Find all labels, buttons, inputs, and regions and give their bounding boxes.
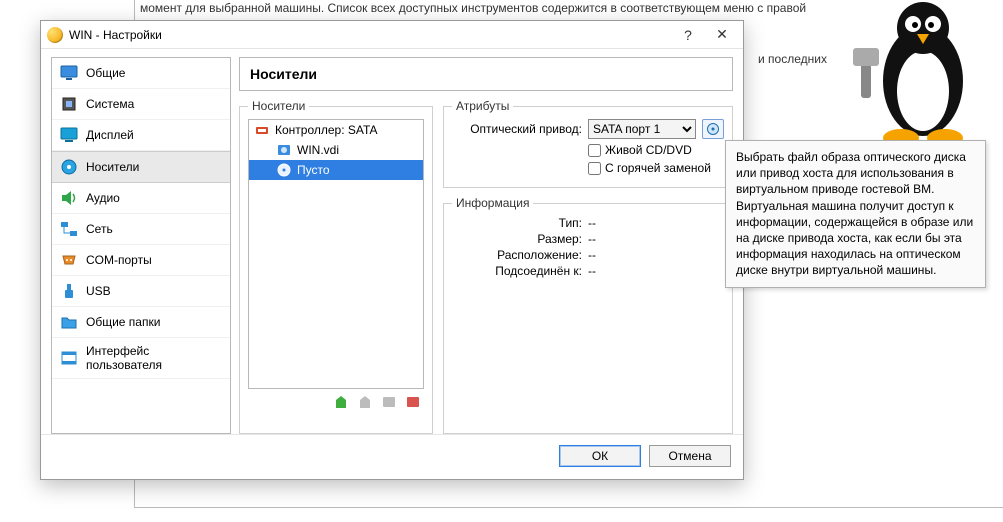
- disc-icon: [60, 158, 78, 176]
- info-value: --: [588, 248, 596, 262]
- sidebar-item-network[interactable]: Сеть: [52, 214, 230, 245]
- storage-group-label: Носители: [248, 99, 309, 113]
- sidebar-item-label: Аудио: [86, 191, 120, 205]
- sidebar-item-serial[interactable]: COM-порты: [52, 245, 230, 276]
- remove-controller-button[interactable]: [356, 393, 374, 411]
- storage-disk-win[interactable]: WIN.vdi: [249, 140, 423, 160]
- speaker-icon: [60, 189, 78, 207]
- window-title: WIN - Настройки: [69, 28, 671, 42]
- tree-label: Контроллер: SATA: [275, 123, 377, 137]
- information-group-label: Информация: [452, 196, 533, 210]
- tree-label: Пусто: [297, 163, 330, 177]
- information-group: Информация Тип: -- Размер: -- Ра: [443, 196, 733, 434]
- network-icon: [60, 220, 78, 238]
- settings-sidebar: Общие Система Дисплей Носители Аудио Сет…: [51, 57, 231, 434]
- monitor-icon: [60, 64, 78, 82]
- sidebar-item-ui[interactable]: Интерфейс пользователя: [52, 338, 230, 379]
- attributes-group: Атрибуты Оптический привод: SATA порт 1: [443, 99, 733, 188]
- optical-drive-select[interactable]: SATA порт 1: [588, 119, 696, 139]
- background-text-right: и последних: [758, 52, 827, 66]
- add-attachment-button[interactable]: [380, 393, 398, 411]
- panel-title: Носители: [239, 57, 733, 91]
- sidebar-item-usb[interactable]: USB: [52, 276, 230, 307]
- display-icon: [60, 126, 78, 144]
- info-row-location: Расположение: --: [452, 248, 724, 262]
- choose-disk-button[interactable]: [702, 119, 724, 139]
- serial-port-icon: [60, 251, 78, 269]
- info-label: Подсоединён к:: [452, 264, 582, 278]
- dialog-button-bar: ОК Отмена: [41, 434, 743, 479]
- sidebar-item-label: Общие папки: [86, 315, 160, 329]
- sidebar-item-label: Дисплей: [86, 128, 134, 142]
- linux-penguin-image: [853, 0, 993, 156]
- sata-controller-icon: [255, 123, 269, 137]
- sidebar-item-shared[interactable]: Общие папки: [52, 307, 230, 338]
- choose-disk-tooltip: Выбрать файл образа оптического диска ил…: [725, 140, 986, 288]
- controller-sata[interactable]: Контроллер: SATA: [249, 120, 423, 140]
- tree-label: WIN.vdi: [297, 143, 339, 157]
- sidebar-item-display[interactable]: Дисплей: [52, 120, 230, 151]
- sidebar-item-label: USB: [86, 284, 111, 298]
- info-label: Тип:: [452, 216, 582, 230]
- settings-dialog: WIN - Настройки ? ✕ Общие Система Диспле…: [40, 20, 744, 480]
- ok-button[interactable]: ОК: [559, 445, 641, 467]
- attributes-group-label: Атрибуты: [452, 99, 513, 113]
- info-row-attached: Подсоединён к: --: [452, 264, 724, 278]
- info-row-type: Тип: --: [452, 216, 724, 230]
- sidebar-item-label: Общие: [86, 66, 125, 80]
- chip-icon: [60, 95, 78, 113]
- close-button[interactable]: ✕: [705, 24, 739, 46]
- live-cd-checkbox[interactable]: Живой CD/DVD: [588, 143, 692, 157]
- harddisk-icon: [277, 143, 291, 157]
- sidebar-item-storage[interactable]: Носители: [52, 151, 230, 183]
- optical-disc-icon: [277, 163, 291, 177]
- storage-toolbar: [248, 389, 424, 411]
- info-row-size: Размер: --: [452, 232, 724, 246]
- help-button[interactable]: ?: [671, 24, 705, 46]
- info-value: --: [588, 232, 596, 246]
- sidebar-item-label: Система: [86, 97, 134, 111]
- info-value: --: [588, 216, 596, 230]
- hot-plug-checkbox[interactable]: С горячей заменой: [588, 161, 711, 175]
- hot-plug-label: С горячей заменой: [605, 161, 711, 175]
- sidebar-item-label: Носители: [86, 160, 139, 174]
- titlebar: WIN - Настройки ? ✕: [41, 21, 743, 49]
- folder-icon: [60, 313, 78, 331]
- info-label: Расположение:: [452, 248, 582, 262]
- sidebar-item-label: COM-порты: [86, 253, 152, 267]
- optical-drive-label: Оптический привод:: [452, 122, 582, 136]
- cancel-button[interactable]: Отмена: [649, 445, 731, 467]
- sidebar-item-system[interactable]: Система: [52, 89, 230, 120]
- add-controller-button[interactable]: [332, 393, 350, 411]
- sidebar-item-label: Сеть: [86, 222, 113, 236]
- usb-icon: [60, 282, 78, 300]
- remove-attachment-button[interactable]: [404, 393, 422, 411]
- info-value: --: [588, 264, 596, 278]
- info-label: Размер:: [452, 232, 582, 246]
- window-layout-icon: [60, 349, 78, 367]
- storage-tree[interactable]: Контроллер: SATA WIN.vdi Пусто: [248, 119, 424, 389]
- sidebar-item-label: Интерфейс пользователя: [86, 344, 222, 372]
- app-icon: [47, 27, 63, 43]
- sidebar-item-general[interactable]: Общие: [52, 58, 230, 89]
- live-cd-label: Живой CD/DVD: [605, 143, 692, 157]
- storage-group: Носители Контроллер: SATA WIN.vdi Пус: [239, 99, 433, 434]
- storage-optical-empty[interactable]: Пусто: [249, 160, 423, 180]
- sidebar-item-audio[interactable]: Аудио: [52, 183, 230, 214]
